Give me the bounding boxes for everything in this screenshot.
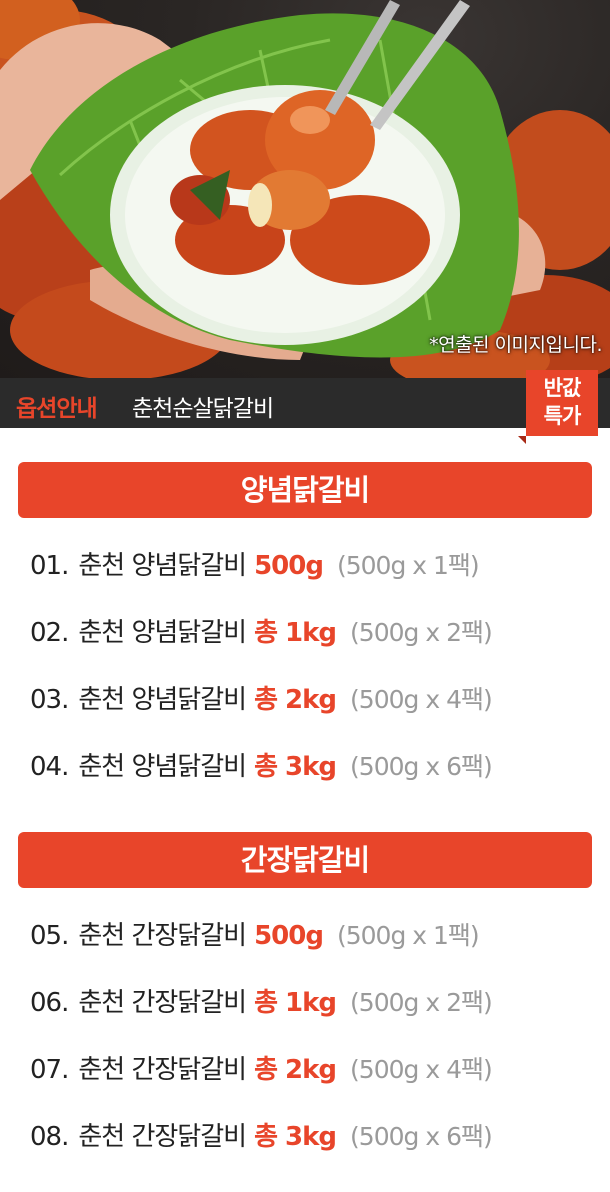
item-name: 춘천 간장닭갈비: [78, 1055, 247, 1085]
item-qty: 총 3kg: [254, 752, 337, 782]
item-qty: 총 1kg: [254, 988, 337, 1018]
item-name: 춘천 양념닭갈비: [78, 551, 247, 581]
item-number: 02.: [30, 618, 69, 648]
section-header-yangnyeom: 양념닭갈비: [18, 462, 592, 518]
item-number: 03.: [30, 685, 69, 715]
item-name: 춘천 양념닭갈비: [78, 685, 247, 715]
item-qty: 총 2kg: [254, 1055, 337, 1085]
item-qty: 총 1kg: [254, 618, 337, 648]
list-item: 07. 춘천 간장닭갈비 총 2kg (500g x 4팩): [30, 1050, 493, 1090]
item-name: 춘천 간장닭갈비: [78, 921, 247, 951]
item-name: 춘천 양념닭갈비: [78, 618, 247, 648]
item-number: 06.: [30, 988, 69, 1018]
half-price-badge: 반값 특가: [518, 370, 598, 444]
list-item: 08. 춘천 간장닭갈비 총 3kg (500g x 6팩): [30, 1117, 493, 1157]
item-name: 춘천 간장닭갈비: [78, 988, 247, 1018]
option-bar: 옵션안내 춘천순살닭갈비: [0, 378, 610, 428]
section-header-ganjang: 간장닭갈비: [18, 832, 592, 888]
item-pack: (500g x 1팩): [336, 551, 480, 580]
list-item: 03. 춘천 양념닭갈비 총 2kg (500g x 4팩): [30, 680, 493, 720]
badge-line-1: 반값: [543, 376, 582, 400]
item-qty: 총 3kg: [254, 1122, 337, 1152]
list-item: 06. 춘천 간장닭갈비 총 1kg (500g x 2팩): [30, 983, 493, 1023]
badge-line-2: 특가: [543, 404, 582, 428]
item-qty: 총 2kg: [254, 685, 337, 715]
item-pack: (500g x 6팩): [350, 752, 493, 781]
item-number: 08.: [30, 1122, 69, 1152]
item-name: 춘천 간장닭갈비: [78, 1122, 247, 1152]
food-illustration: [0, 0, 610, 378]
item-pack: (500g x 2팩): [350, 988, 493, 1017]
item-qty: 500g: [254, 921, 324, 951]
list-item: 04. 춘천 양념닭갈비 총 3kg (500g x 6팩): [30, 747, 493, 787]
image-disclaimer: *연출된 이미지입니다.: [429, 334, 602, 356]
item-number: 07.: [30, 1055, 69, 1085]
item-number: 01.: [30, 551, 69, 581]
item-pack: (500g x 4팩): [350, 685, 493, 714]
list-item: 02. 춘천 양념닭갈비 총 1kg (500g x 2팩): [30, 613, 493, 653]
option-label: 옵션안내: [16, 396, 98, 422]
item-name: 춘천 양념닭갈비: [78, 752, 247, 782]
hero-image: *연출된 이미지입니다.: [0, 0, 610, 378]
item-pack: (500g x 1팩): [336, 921, 480, 950]
item-pack: (500g x 2팩): [350, 618, 493, 647]
list-item: 01. 춘천 양념닭갈비 500g (500g x 1팩): [30, 546, 480, 586]
product-title: 춘천순살닭갈비: [132, 396, 274, 422]
item-pack: (500g x 4팩): [350, 1055, 493, 1084]
item-pack: (500g x 6팩): [350, 1122, 493, 1151]
item-number: 05.: [30, 921, 69, 951]
list-item: 05. 춘천 간장닭갈비 500g (500g x 1팩): [30, 916, 480, 956]
item-qty: 500g: [254, 551, 324, 581]
item-number: 04.: [30, 752, 69, 782]
